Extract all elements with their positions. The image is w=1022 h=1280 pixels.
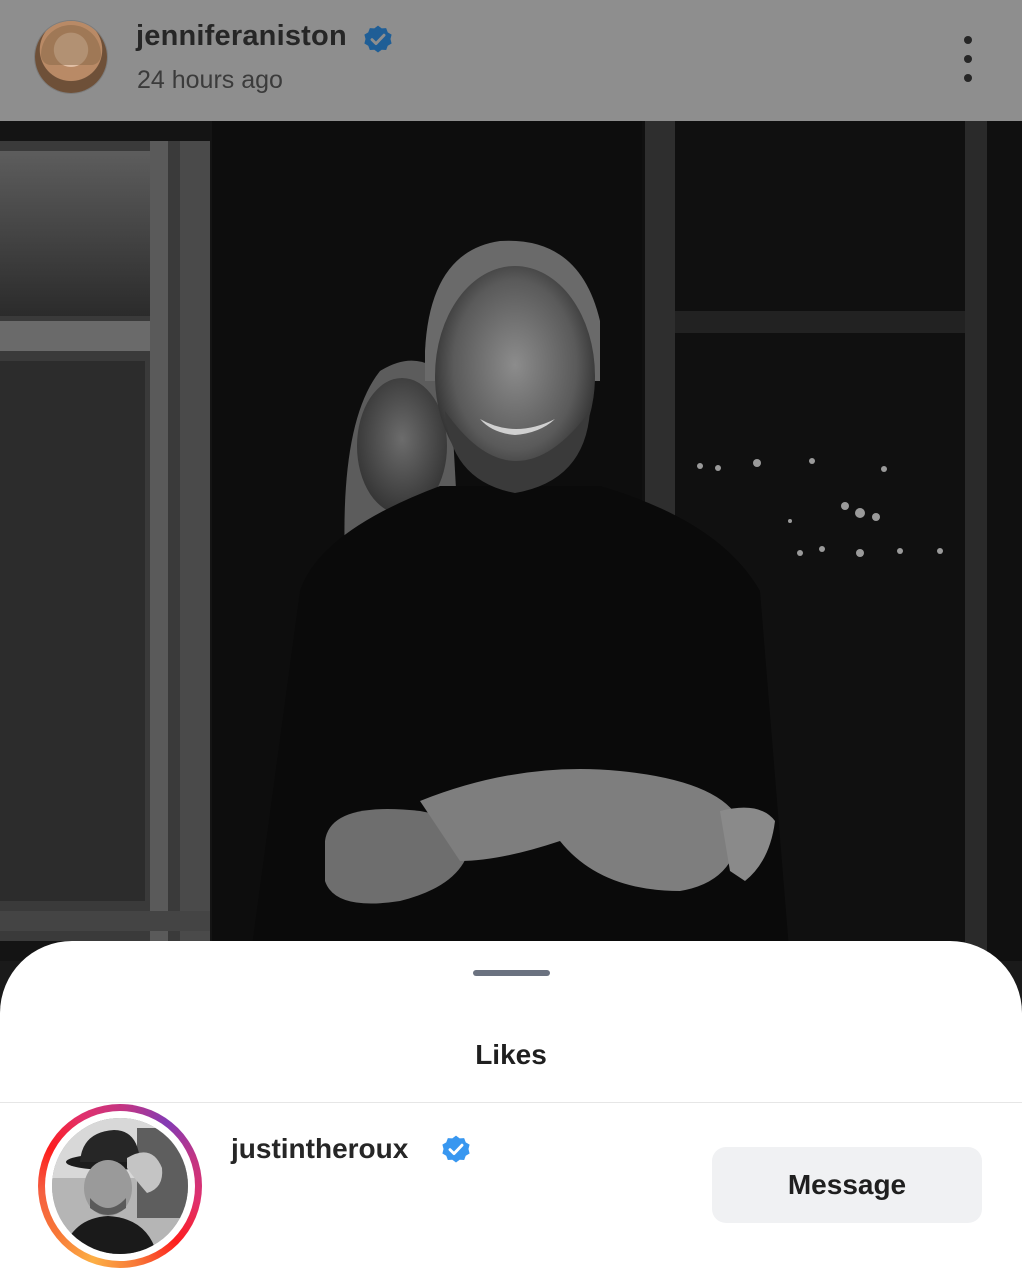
likes-list-item[interactable]: justintheroux Message bbox=[0, 1103, 1022, 1280]
avatar-hair bbox=[41, 25, 101, 65]
sheet-title: Likes bbox=[475, 1039, 547, 1070]
likes-bottom-sheet: Likes justintheroux Message bbox=[0, 941, 1022, 1280]
more-dot bbox=[964, 74, 972, 82]
verified-badge-icon bbox=[364, 25, 392, 53]
liker-username[interactable]: justintheroux bbox=[231, 1132, 408, 1166]
avatar-photo bbox=[52, 1118, 188, 1254]
photo-illustration bbox=[0, 121, 1022, 961]
post-header: jenniferaniston 24 hours ago bbox=[0, 0, 1022, 121]
message-button[interactable]: Message bbox=[712, 1147, 982, 1223]
user-avatar[interactable] bbox=[52, 1118, 188, 1254]
more-dot bbox=[964, 55, 972, 63]
more-options-icon[interactable] bbox=[950, 36, 986, 82]
story-ring-gap bbox=[45, 1111, 195, 1261]
more-dot bbox=[964, 36, 972, 44]
post-photo[interactable] bbox=[0, 121, 1022, 961]
post-timestamp: 24 hours ago bbox=[137, 66, 283, 94]
story-ring[interactable] bbox=[38, 1104, 202, 1268]
author-username[interactable]: jenniferaniston bbox=[136, 20, 347, 53]
sheet-drag-handle[interactable] bbox=[473, 970, 550, 976]
author-avatar[interactable] bbox=[35, 21, 107, 93]
verified-badge-icon bbox=[442, 1135, 470, 1163]
